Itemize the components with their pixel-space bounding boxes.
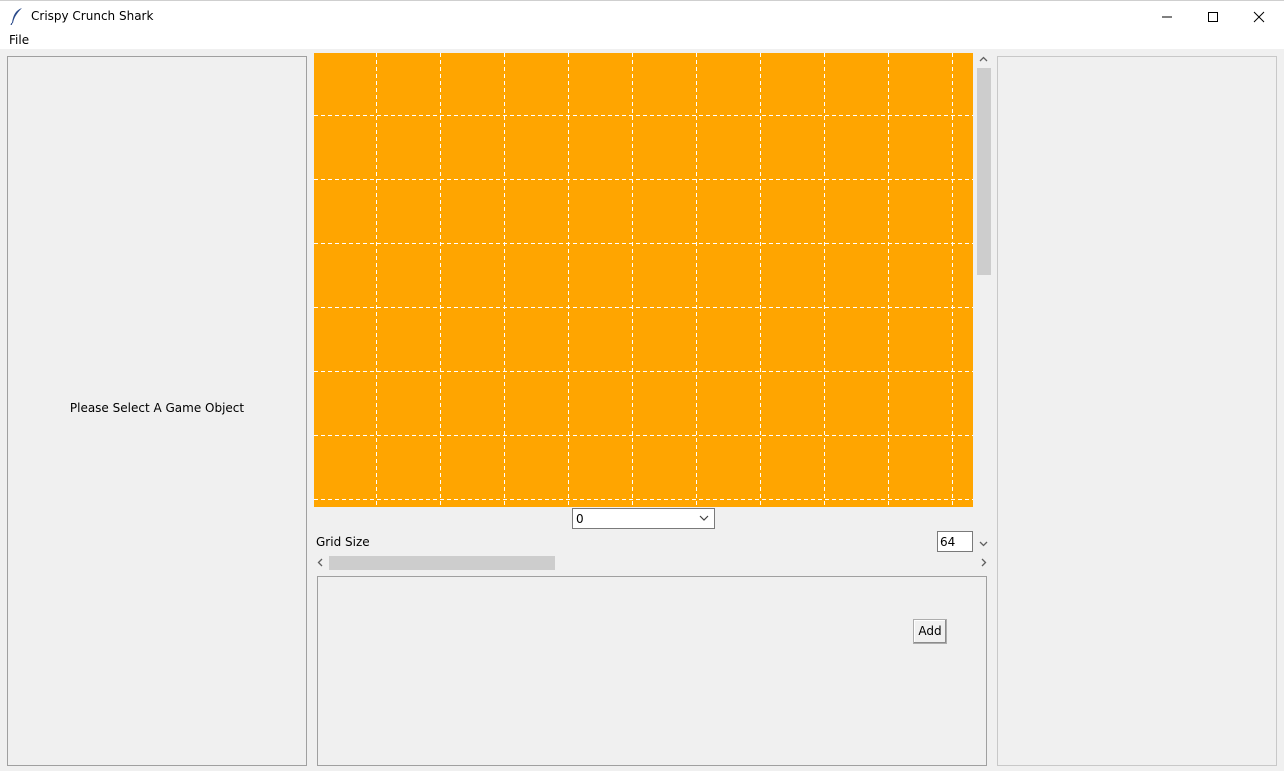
- chevron-right-icon[interactable]: [981, 558, 987, 567]
- menu-file[interactable]: File: [9, 33, 29, 47]
- menu-bar: File: [0, 31, 1284, 49]
- title-bar[interactable]: Crispy Crunch Shark: [0, 0, 1284, 31]
- grid-overlay: [314, 53, 973, 505]
- feather-icon: [10, 7, 24, 26]
- chevron-down-icon: [699, 515, 709, 521]
- window-title: Crispy Crunch Shark: [31, 9, 154, 23]
- object-properties-panel: Please Select A Game Object: [7, 56, 307, 766]
- close-button[interactable]: [1236, 1, 1282, 32]
- minimize-icon: [1162, 16, 1172, 18]
- layer-select[interactable]: 0: [572, 508, 715, 529]
- canvas-edge: [314, 505, 973, 507]
- game-objects-panel: Add: [317, 576, 987, 766]
- vertical-scroll-thumb[interactable]: [977, 68, 991, 275]
- add-button[interactable]: Add: [913, 619, 947, 644]
- right-side-panel: [997, 56, 1277, 766]
- horizontal-scroll-thumb[interactable]: [329, 556, 555, 570]
- chevron-left-icon[interactable]: [317, 558, 323, 567]
- minimize-button[interactable]: [1144, 1, 1190, 32]
- layer-select-value: 0: [576, 512, 584, 526]
- grid-size-input[interactable]: 64: [937, 531, 973, 552]
- chevron-down-icon[interactable]: [979, 541, 988, 547]
- level-canvas[interactable]: [314, 53, 973, 505]
- maximize-icon: [1208, 12, 1218, 22]
- vertical-scrollbar[interactable]: [975, 53, 992, 553]
- grid-size-label: Grid Size: [316, 535, 370, 549]
- maximize-button[interactable]: [1190, 1, 1236, 32]
- select-object-placeholder: Please Select A Game Object: [69, 401, 245, 415]
- chevron-up-icon[interactable]: [979, 56, 988, 62]
- close-icon: [1253, 11, 1265, 23]
- horizontal-scrollbar[interactable]: [314, 554, 992, 571]
